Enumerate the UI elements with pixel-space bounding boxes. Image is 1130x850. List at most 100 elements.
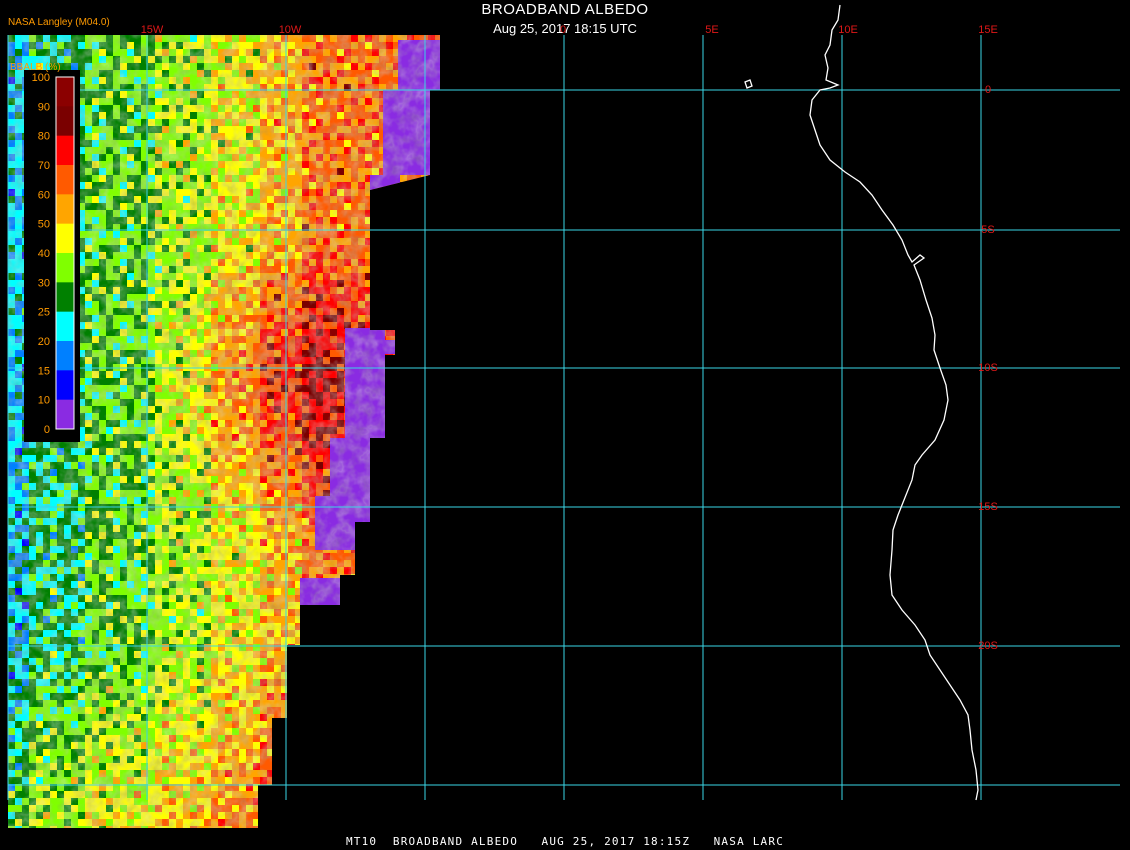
albedo-cell (428, 560, 435, 567)
albedo-cell (379, 497, 386, 504)
albedo-cell (442, 448, 449, 455)
albedo-cell (407, 371, 414, 378)
albedo-cell (442, 161, 449, 168)
albedo-cell (400, 490, 407, 497)
albedo-cell (372, 448, 379, 455)
albedo-cell (379, 238, 386, 245)
albedo-cell (442, 420, 449, 427)
albedo-cell (379, 581, 386, 588)
albedo-cell (393, 406, 400, 413)
albedo-cell (435, 448, 440, 455)
albedo-cell (407, 476, 414, 483)
albedo-cell (372, 469, 379, 476)
albedo-cell (428, 371, 435, 378)
albedo-cell (358, 525, 365, 532)
albedo-cell (386, 455, 393, 462)
albedo-cell (442, 280, 449, 287)
albedo-cell (442, 378, 449, 385)
albedo-cell (400, 413, 407, 420)
albedo-cell (435, 287, 440, 294)
albedo-cell (414, 245, 421, 252)
albedo-cell (428, 273, 435, 280)
albedo-cell (386, 518, 393, 525)
albedo-cell (414, 315, 421, 322)
albedo-cell (372, 287, 379, 294)
albedo-cell (435, 203, 440, 210)
albedo-cell (435, 336, 440, 343)
albedo-cell (386, 434, 393, 441)
albedo-cell (400, 406, 407, 413)
albedo-cell (428, 329, 435, 336)
albedo-cell (358, 567, 365, 574)
albedo-cell (435, 126, 440, 133)
albedo-cell (428, 343, 435, 350)
albedo-cell (379, 287, 386, 294)
albedo-cell (386, 560, 393, 567)
albedo-cell (442, 189, 449, 196)
albedo-cell (442, 539, 449, 546)
albedo-cell (400, 329, 407, 336)
albedo-cell (442, 574, 449, 581)
albedo-cell (372, 455, 379, 462)
albedo-cell (400, 217, 407, 224)
albedo-cell (400, 182, 407, 189)
albedo-cell (442, 259, 449, 266)
albedo-cell (428, 392, 435, 399)
albedo-cell (414, 203, 421, 210)
albedo-cell (372, 553, 379, 560)
albedo-cell (435, 161, 440, 168)
albedo-cell (428, 420, 435, 427)
albedo-cell (379, 455, 386, 462)
albedo-cell (442, 483, 449, 490)
albedo-cell (372, 560, 379, 567)
albedo-cell (379, 217, 386, 224)
albedo-cell (386, 546, 393, 553)
albedo-cell (407, 182, 414, 189)
albedo-cell (414, 490, 421, 497)
albedo-cell (379, 266, 386, 273)
albedo-cell (414, 546, 421, 553)
albedo-cell (428, 567, 435, 574)
albedo-cell (400, 371, 407, 378)
albedo-cell (393, 385, 400, 392)
albedo-cell (379, 210, 386, 217)
albedo-cell (372, 462, 379, 469)
albedo-cell (442, 497, 449, 504)
albedo-cell (435, 427, 440, 434)
albedo-cell (428, 462, 435, 469)
albedo-cell (435, 434, 440, 441)
albedo-cell (386, 539, 393, 546)
albedo-cell (435, 399, 440, 406)
albedo-cell (365, 567, 372, 574)
albedo-cell (386, 525, 393, 532)
albedo-cell (400, 567, 407, 574)
albedo-cell (379, 315, 386, 322)
albedo-cell (372, 525, 379, 532)
albedo-cell (407, 287, 414, 294)
albedo-cell (414, 567, 421, 574)
albedo-cell (407, 294, 414, 301)
albedo-cell (414, 196, 421, 203)
albedo-cell (393, 371, 400, 378)
albedo-cell (407, 280, 414, 287)
albedo-cell (414, 301, 421, 308)
albedo-cell (400, 273, 407, 280)
albedo-cell (400, 455, 407, 462)
albedo-cell (407, 266, 414, 273)
albedo-cell (365, 553, 372, 560)
albedo-cell (414, 294, 421, 301)
albedo-cell (372, 203, 379, 210)
albedo-cell (372, 490, 379, 497)
albedo-cell (442, 490, 449, 497)
albedo-cell (407, 420, 414, 427)
albedo-cell (407, 343, 414, 350)
albedo-cell (400, 252, 407, 259)
albedo-cell (435, 378, 440, 385)
albedo-cell (393, 455, 400, 462)
albedo-cell (407, 539, 414, 546)
albedo-cell (407, 518, 414, 525)
albedo-cell (407, 406, 414, 413)
albedo-cell (442, 371, 449, 378)
albedo-cell (393, 357, 400, 364)
albedo-cell (428, 413, 435, 420)
